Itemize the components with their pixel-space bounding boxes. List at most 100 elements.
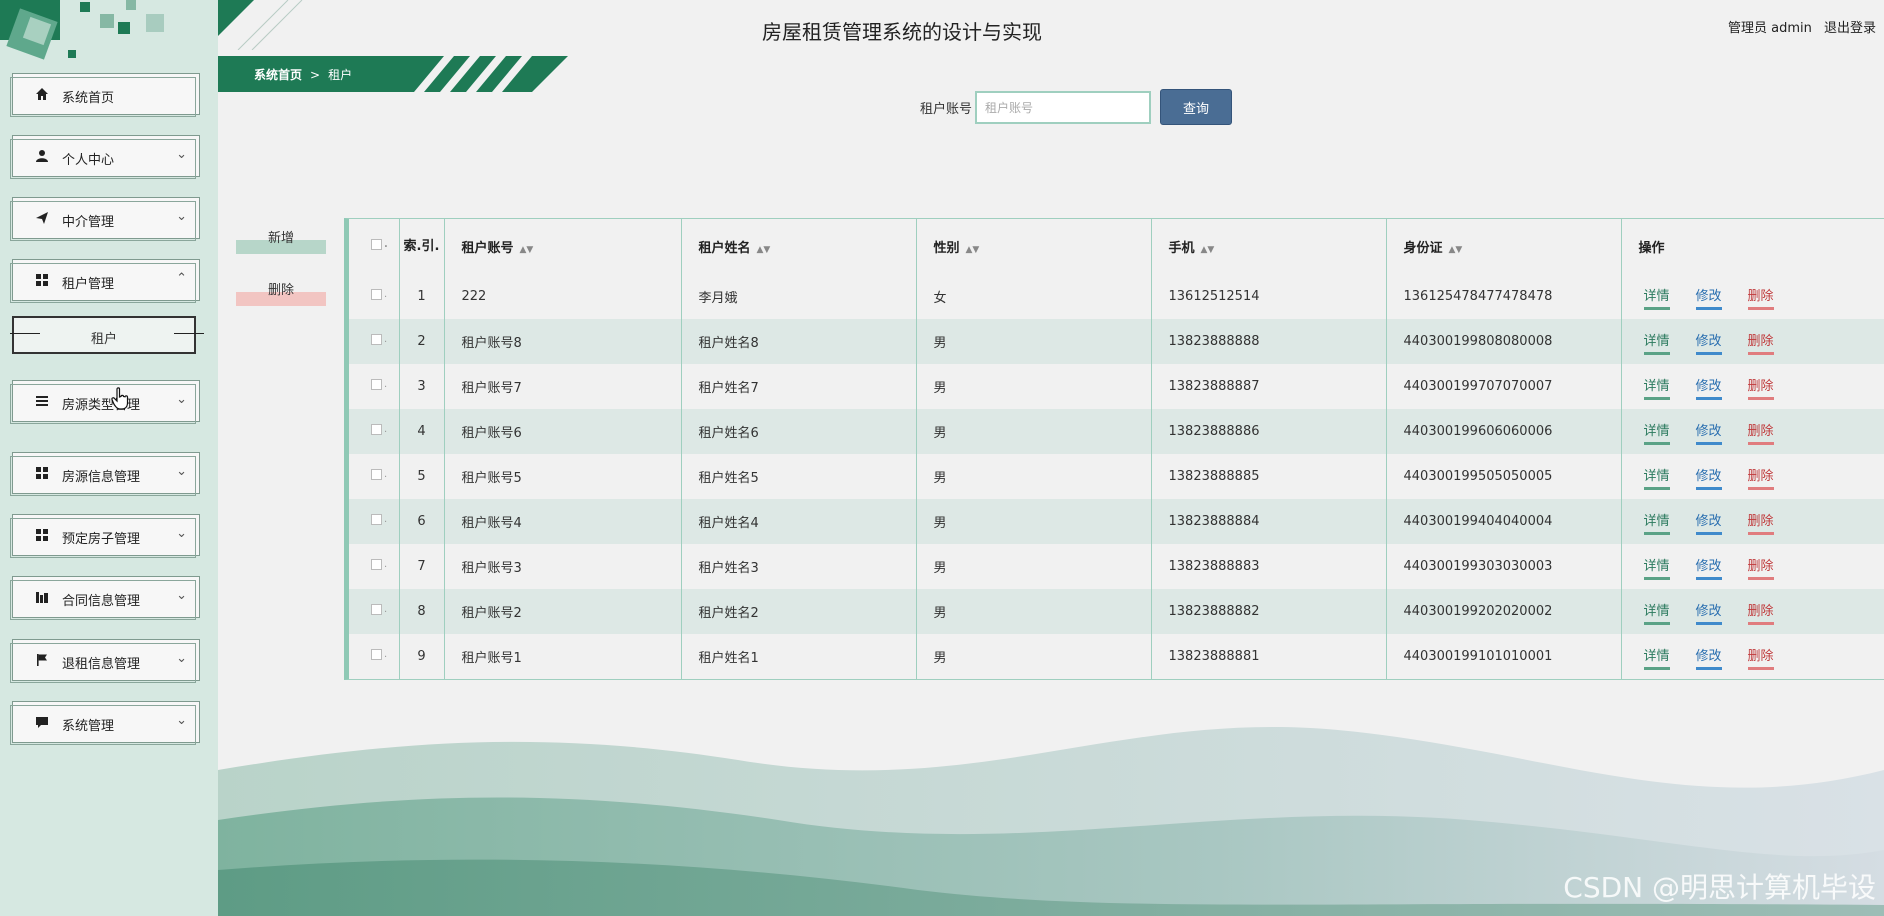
- row-checkbox[interactable]: .: [349, 454, 399, 499]
- detail-link[interactable]: 详情: [1643, 285, 1670, 310]
- row-checkbox[interactable]: .: [349, 589, 399, 634]
- detail-link[interactable]: 详情: [1643, 465, 1670, 490]
- cell-idcard: 440300199707070007: [1385, 364, 1621, 409]
- sidebar-item-label: 退租信息管理: [62, 657, 141, 672]
- sidebar-item-house-types[interactable]: 房源类型管理 ⌄: [10, 380, 200, 424]
- chevron-down-icon: ⌄: [176, 588, 187, 603]
- edit-link[interactable]: 修改: [1695, 285, 1722, 310]
- row-checkbox[interactable]: .: [349, 499, 399, 544]
- detail-link[interactable]: 详情: [1643, 330, 1670, 355]
- edit-link[interactable]: 修改: [1695, 465, 1722, 490]
- column-header-phone[interactable]: 手机 ▲▼: [1150, 219, 1386, 274]
- delete-link[interactable]: 删除: [1747, 285, 1774, 310]
- cell-name: 租户姓名8: [680, 319, 916, 364]
- row-checkbox[interactable]: .: [349, 274, 399, 319]
- page-title: 房屋租赁管理系统的设计与实现: [762, 20, 1042, 44]
- detail-link[interactable]: 详情: [1643, 600, 1670, 625]
- detail-link[interactable]: 详情: [1643, 375, 1670, 400]
- cell-account: 租户账号7: [443, 364, 681, 409]
- cell-gender: 男: [915, 454, 1151, 499]
- column-header-account[interactable]: 租户账号 ▲▼: [443, 219, 681, 274]
- table-row: . 7 租户账号3 租户姓名3 男 13823888883 4403001993030300…: [349, 544, 1884, 589]
- detail-link[interactable]: 详情: [1643, 420, 1670, 445]
- sidebar-item-move-out[interactable]: 退租信息管理 ⌄: [10, 639, 200, 683]
- sidebar-item-home[interactable]: 系统首页: [10, 73, 200, 117]
- column-header-idcard[interactable]: 身份证 ▲▼: [1385, 219, 1621, 274]
- cell-ops: 详情 修改 删除: [1620, 364, 1884, 409]
- detail-link[interactable]: 详情: [1643, 555, 1670, 580]
- sidebar-item-label: 系统管理: [62, 719, 115, 734]
- edit-link[interactable]: 修改: [1695, 420, 1722, 445]
- row-checkbox[interactable]: .: [349, 634, 399, 679]
- cell-idcard: 440300199404040004: [1385, 499, 1621, 544]
- sidebar-item-system[interactable]: 系统管理 ⌄: [10, 701, 200, 745]
- cell-index: 2: [398, 319, 444, 364]
- sidebar-item-contracts[interactable]: 合同信息管理 ⌄: [10, 576, 200, 620]
- edit-link[interactable]: 修改: [1695, 330, 1722, 355]
- edit-link[interactable]: 修改: [1695, 375, 1722, 400]
- delete-link[interactable]: 删除: [1747, 645, 1774, 670]
- sort-icon[interactable]: ▲▼: [1201, 245, 1215, 255]
- logout-link[interactable]: 退出登录: [1824, 21, 1876, 36]
- cell-account: 租户账号4: [443, 499, 681, 544]
- add-button[interactable]: 新增: [236, 224, 326, 254]
- sort-icon[interactable]: ▲▼: [520, 245, 534, 255]
- user-icon: [36, 150, 48, 162]
- table-row: . 6 租户账号4 租户姓名4 男 13823888884 4403001994040400…: [349, 499, 1884, 544]
- row-checkbox[interactable]: .: [349, 409, 399, 454]
- cell-phone: 13823888887: [1150, 364, 1386, 409]
- cell-name: 租户姓名6: [680, 409, 916, 454]
- chevron-down-icon: ⌄: [176, 209, 187, 224]
- breadcrumb: 系统首页 > 租户: [254, 66, 352, 83]
- cell-name: 租户姓名2: [680, 589, 916, 634]
- edit-link[interactable]: 修改: [1695, 600, 1722, 625]
- sort-icon[interactable]: ▲▼: [1449, 245, 1463, 255]
- sidebar-item-profile[interactable]: 个人中心 ⌄: [10, 135, 200, 179]
- chevron-down-icon: ⌄: [176, 464, 187, 479]
- row-checkbox[interactable]: .: [349, 319, 399, 364]
- select-all-checkbox[interactable]: .: [349, 219, 399, 274]
- column-header-name[interactable]: 租户姓名 ▲▼: [680, 219, 916, 274]
- bar-icon: [36, 592, 48, 603]
- search-button[interactable]: 查询: [1160, 89, 1232, 125]
- edit-link[interactable]: 修改: [1695, 510, 1722, 535]
- column-header-gender[interactable]: 性别 ▲▼: [915, 219, 1151, 274]
- sidebar-item-agents[interactable]: 中介管理 ⌄: [10, 197, 200, 241]
- batch-delete-button[interactable]: 删除: [236, 276, 326, 306]
- sidebar-item-reservations[interactable]: 预定房子管理 ⌄: [10, 514, 200, 558]
- delete-link[interactable]: 删除: [1747, 330, 1774, 355]
- cell-idcard: 440300199808080008: [1385, 319, 1621, 364]
- cell-phone: 13823888882: [1150, 589, 1386, 634]
- breadcrumb-home-link[interactable]: 系统首页: [254, 68, 302, 82]
- breadcrumb-current: 租户: [328, 68, 353, 82]
- search-label: 租户账号: [920, 102, 973, 117]
- sidebar-subitem-tenant[interactable]: 租户: [10, 316, 204, 354]
- detail-link[interactable]: 详情: [1643, 645, 1670, 670]
- delete-link[interactable]: 删除: [1747, 465, 1774, 490]
- cell-idcard: 136125478477478478: [1385, 274, 1621, 319]
- cell-index: 4: [398, 409, 444, 454]
- chevron-down-icon: ⌄: [176, 526, 187, 541]
- delete-link[interactable]: 删除: [1747, 420, 1774, 445]
- sort-icon[interactable]: ▲▼: [966, 245, 980, 255]
- chevron-down-icon: ⌄: [176, 147, 187, 162]
- watermark: CSDN @明思计算机毕设: [1563, 871, 1876, 904]
- edit-link[interactable]: 修改: [1695, 555, 1722, 580]
- detail-link[interactable]: 详情: [1643, 510, 1670, 535]
- row-checkbox[interactable]: .: [349, 364, 399, 409]
- sidebar-item-tenants[interactable]: 租户管理 ⌃: [10, 259, 200, 303]
- delete-link[interactable]: 删除: [1747, 510, 1774, 535]
- edit-link[interactable]: 修改: [1695, 645, 1722, 670]
- cell-ops: 详情 修改 删除: [1620, 274, 1884, 319]
- table-row: . 4 租户账号6 租户姓名6 男 13823888886 4403001996060600…: [349, 409, 1884, 454]
- sidebar-item-label: 房源信息管理: [62, 470, 141, 485]
- row-checkbox[interactable]: .: [349, 544, 399, 589]
- delete-link[interactable]: 删除: [1747, 555, 1774, 580]
- delete-link[interactable]: 删除: [1747, 600, 1774, 625]
- cell-phone: 13823888883: [1150, 544, 1386, 589]
- sidebar-item-house-info[interactable]: 房源信息管理 ⌄: [10, 452, 200, 496]
- sidebar-subitem-label: 租户: [90, 332, 117, 347]
- search-input[interactable]: [975, 91, 1151, 124]
- sort-icon[interactable]: ▲▼: [757, 245, 771, 255]
- delete-link[interactable]: 删除: [1747, 375, 1774, 400]
